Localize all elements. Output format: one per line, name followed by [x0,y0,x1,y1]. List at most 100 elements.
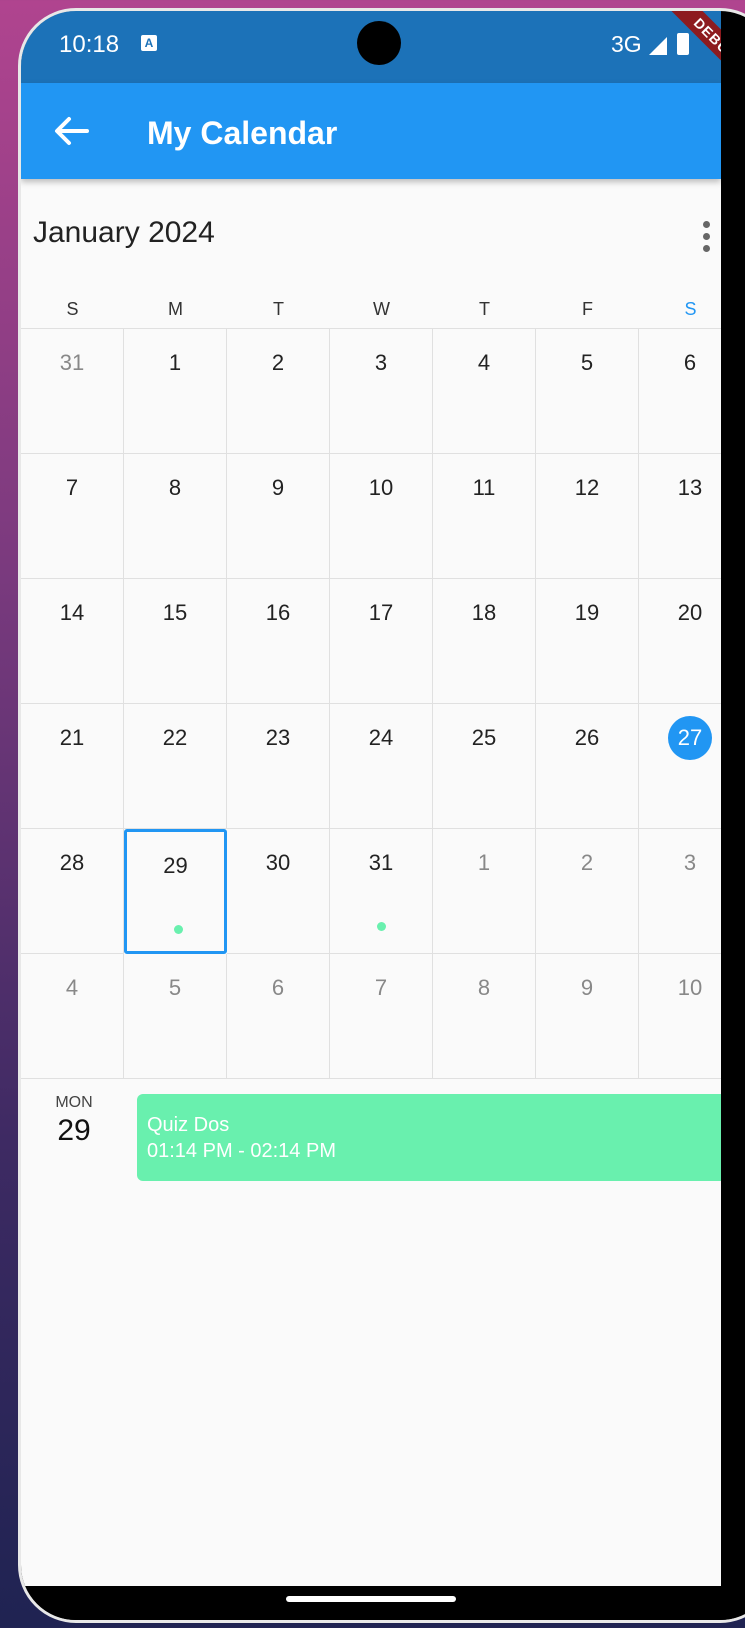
camera-cutout [357,21,401,65]
device-frame: 10:18 A 3G DEBUG My Calendar January 202… [18,8,745,1623]
day-cell[interactable]: 15 [124,579,227,704]
day-number: 10 [368,475,394,500]
day-cell[interactable]: 17 [330,579,433,704]
day-number: 28 [59,850,85,875]
day-cell[interactable]: 21 [21,704,124,829]
day-cell[interactable]: 8 [433,954,536,1079]
day-number: 9 [580,975,594,1000]
home-indicator[interactable] [286,1596,456,1602]
day-number: 30 [265,850,291,875]
status-bar: 10:18 A 3G DEBUG [21,11,721,94]
day-cell[interactable]: 3 [330,329,433,454]
day-cell[interactable]: 6 [227,954,330,1079]
day-cell[interactable]: 1 [433,829,536,954]
day-number: 22 [162,725,188,750]
weekday-label: S [684,299,697,319]
day-cell[interactable]: 4 [433,329,536,454]
day-cell[interactable]: 5 [124,954,227,1079]
day-number: 17 [368,600,394,625]
day-number: 4 [65,975,79,1000]
day-cell[interactable]: 2 [227,329,330,454]
day-number: 7 [65,475,79,500]
day-cell[interactable]: 29 [124,829,227,954]
day-number: 1 [168,350,182,375]
day-number: 21 [59,725,85,750]
day-number: 31 [368,850,394,875]
day-cell[interactable]: 20 [639,579,721,704]
day-cell[interactable]: 10 [639,954,721,1079]
day-cell[interactable]: 26 [536,704,639,829]
agenda-weekday: MON [55,1094,93,1111]
more-options-button[interactable] [693,217,721,257]
day-cell[interactable]: 7 [330,954,433,1079]
app-screen: 10:18 A 3G DEBUG My Calendar January 202… [21,11,721,1586]
weekday-header: SMTWTFS [21,299,721,329]
day-number: 16 [265,600,291,625]
notification-app-icon: A [141,35,157,51]
day-number: 8 [477,975,491,1000]
day-cell[interactable]: 31 [330,829,433,954]
debug-banner: DEBUG [662,11,721,94]
event-card[interactable]: Quiz Dos 01:14 PM - 02:14 PM [137,1094,721,1181]
day-cell[interactable]: 13 [639,454,721,579]
day-cell[interactable]: 4 [21,954,124,1079]
day-cell[interactable]: 25 [433,704,536,829]
day-cell[interactable]: 9 [536,954,639,1079]
day-cell[interactable]: 14 [21,579,124,704]
day-number: 13 [677,475,703,500]
day-number: 12 [574,475,600,500]
more-vert-icon [703,221,710,228]
day-cell[interactable]: 8 [124,454,227,579]
month-title: January 2024 [33,216,215,249]
day-cell[interactable]: 27 [639,704,721,829]
day-cell[interactable]: 6 [639,329,721,454]
day-cell[interactable]: 3 [639,829,721,954]
day-cell[interactable]: 19 [536,579,639,704]
day-number: 2 [580,850,594,875]
day-number: 5 [580,350,594,375]
day-cell[interactable]: 1 [124,329,227,454]
battery-icon [677,33,689,55]
weekday-label: T [479,299,490,319]
day-cell[interactable]: 22 [124,704,227,829]
day-cell[interactable]: 24 [330,704,433,829]
day-number: 26 [574,725,600,750]
day-cell[interactable]: 5 [536,329,639,454]
day-number: 7 [374,975,388,1000]
day-number: 31 [59,350,85,375]
day-number: 23 [265,725,291,750]
agenda-day-label: MON 29 [21,1094,127,1148]
day-number: 6 [683,350,697,375]
day-number: 19 [574,600,600,625]
day-number: 10 [677,975,703,1000]
day-number: 1 [477,850,491,875]
day-cell[interactable]: 16 [227,579,330,704]
day-number: 29 [163,853,188,878]
day-cell[interactable]: 23 [227,704,330,829]
day-number: 8 [168,475,182,500]
back-button[interactable] [47,107,95,155]
day-cell[interactable]: 28 [21,829,124,954]
day-number: 2 [271,350,285,375]
day-number: 14 [59,600,85,625]
day-number: 25 [471,725,497,750]
app-bar: My Calendar [21,83,721,179]
day-cell[interactable]: 7 [21,454,124,579]
day-cell[interactable]: 30 [227,829,330,954]
day-number: 3 [683,850,697,875]
weekday-label: F [582,299,593,319]
signal-icon [649,37,667,55]
day-cell[interactable]: 12 [536,454,639,579]
weekday-label: M [168,299,183,319]
day-cell[interactable]: 10 [330,454,433,579]
system-nav-bar [21,1586,745,1620]
day-number: 18 [471,600,497,625]
day-cell[interactable]: 11 [433,454,536,579]
day-cell[interactable]: 2 [536,829,639,954]
day-cell[interactable]: 18 [433,579,536,704]
day-number: 24 [368,725,394,750]
day-cell[interactable]: 9 [227,454,330,579]
day-cell[interactable]: 31 [21,329,124,454]
day-number: 20 [677,600,703,625]
day-number: 11 [472,475,496,500]
